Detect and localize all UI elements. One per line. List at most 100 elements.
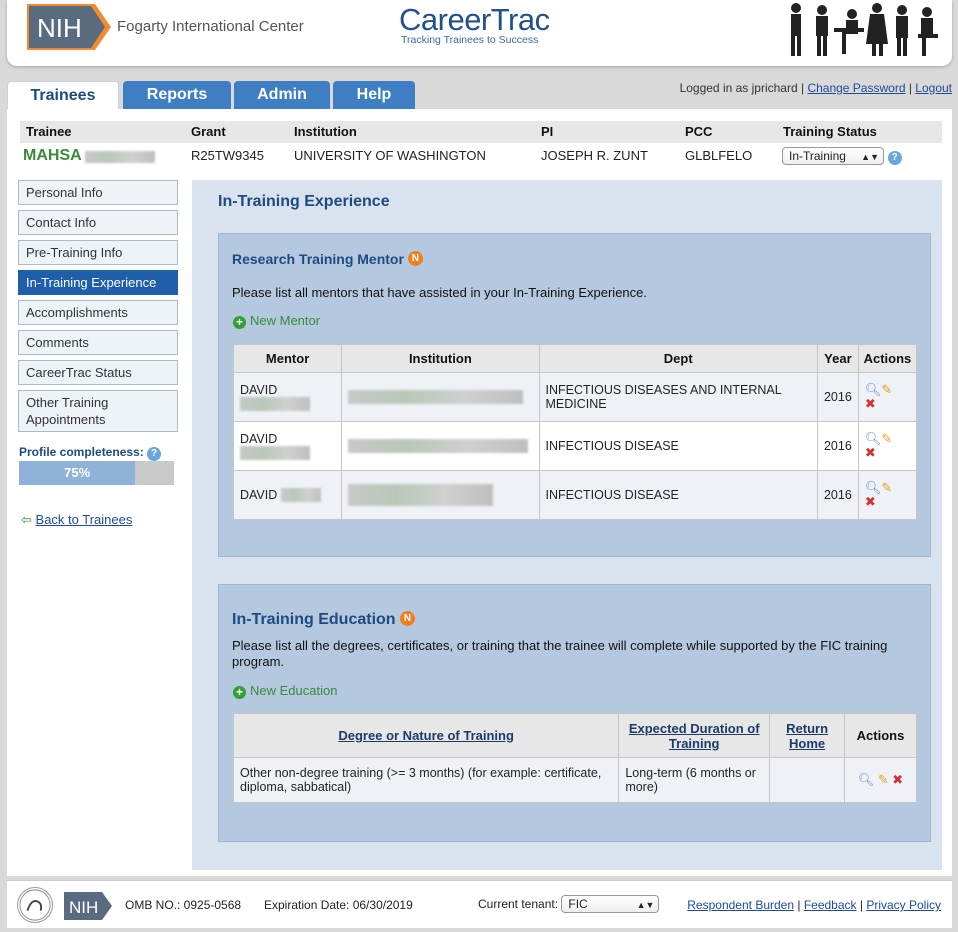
tab-trainees[interactable]: Trainees <box>7 81 119 111</box>
redacted-institution <box>348 390 524 405</box>
mentor-dept: INFECTIOUS DISEASE <box>538 421 818 471</box>
org-name: Fogarty International Center <box>117 18 304 35</box>
mentor-col-dept: Dept <box>538 344 818 373</box>
grant-value: R25TW9345 <box>191 148 264 163</box>
mentor-instructions: Please list all mentors that have assist… <box>232 285 647 300</box>
delete-icon[interactable]: ✖ <box>865 495 876 509</box>
sort-return-home-link[interactable]: Return Home <box>786 721 828 751</box>
back-to-trainees[interactable]: ⇦ Back to Trainees <box>21 512 132 528</box>
col-institution: Institution <box>294 124 357 139</box>
trainee-table-header: Trainee Grant Institution PI PCC Trainin… <box>20 121 942 143</box>
tab-help[interactable]: Help <box>333 81 415 109</box>
mentor-section-title: Research Training Mentor N <box>232 251 423 267</box>
education-return-home <box>769 757 846 803</box>
logout-link[interactable]: Logout <box>915 81 952 95</box>
mentor-col-year: Year <box>816 344 859 373</box>
mentor-dept: INFECTIOUS DISEASE <box>538 470 818 520</box>
profile-completeness-fill: 75% <box>19 461 136 485</box>
education-section-title: In-Training Education N <box>232 611 416 629</box>
tenant-select[interactable]: FIC ▲▼ <box>561 895 660 913</box>
new-badge-icon: N <box>400 611 416 626</box>
privacy-policy-link[interactable]: Privacy Policy <box>866 898 941 912</box>
col-trainee: Trainee <box>26 124 72 139</box>
tab-reports[interactable]: Reports <box>123 81 231 109</box>
plus-icon: + <box>233 686 246 699</box>
hhs-seal-icon <box>17 887 53 923</box>
nih-logo: NIH <box>27 4 111 50</box>
delete-icon[interactable]: ✖ <box>892 773 903 787</box>
redacted-text <box>280 488 321 503</box>
content-panel: In-Training Experience Research Training… <box>192 180 942 870</box>
view-icon[interactable]: 🔍︎ <box>865 383 882 397</box>
nih-footer-logo: NIH <box>64 892 112 920</box>
education-table: Degree or Nature of Training Expected Du… <box>232 713 917 803</box>
sidebar-item-comments[interactable]: Comments <box>18 330 178 355</box>
plus-icon: + <box>233 316 246 329</box>
redacted-institution <box>348 484 494 506</box>
pi-value: JOSEPH R. ZUNT <box>541 148 648 163</box>
education-degree: Other non-degree training (>= 3 months) … <box>232 757 620 803</box>
education-col-actions: Actions <box>844 713 917 758</box>
education-panel: In-Training Education N Please list all … <box>218 584 931 842</box>
arrow-left-icon: ⇦ <box>21 512 32 527</box>
redacted-text <box>240 397 310 412</box>
login-info: Logged in as jprichard | Change Password… <box>679 81 952 95</box>
people-silhouette-icon <box>791 3 938 56</box>
view-icon[interactable]: 🔍︎ <box>865 481 882 495</box>
select-arrows-icon: ▲▼ <box>861 152 879 162</box>
respondent-burden-link[interactable]: Respondent Burden <box>687 898 794 912</box>
sidebar-item-other-training-appointments[interactable]: Other Training Appointments <box>18 390 178 432</box>
delete-icon[interactable]: ✖ <box>865 397 876 411</box>
col-pi: PI <box>541 124 554 139</box>
help-icon[interactable]: ? <box>887 151 902 165</box>
feedback-link[interactable]: Feedback <box>804 898 857 912</box>
svg-text:NIH: NIH <box>69 898 98 917</box>
redacted-text <box>240 446 310 461</box>
table-row: Other non-degree training (>= 3 months) … <box>232 757 917 803</box>
svg-text:NIH: NIH <box>37 13 82 43</box>
new-mentor-button[interactable]: + New Mentor <box>233 313 320 329</box>
trainee-summary-table: Trainee Grant Institution PI PCC Trainin… <box>20 121 942 169</box>
app-title: CareerTrac <box>399 2 550 37</box>
table-row: DAVID INFECTIOUS DISEASE 2016 🔍︎✎ ✖ <box>232 470 918 520</box>
sort-degree-link[interactable]: Degree or Nature of Training <box>338 728 514 743</box>
mentor-name: DAVID <box>240 431 278 446</box>
help-icon[interactable]: ? <box>147 447 162 461</box>
redacted-institution <box>348 439 529 454</box>
back-to-trainees-link[interactable]: Back to Trainees <box>36 512 133 527</box>
change-password-link[interactable]: Change Password <box>807 81 905 95</box>
delete-icon[interactable]: ✖ <box>865 446 876 460</box>
expiration-date: Expiration Date: 06/30/2019 <box>264 898 413 912</box>
education-instructions: Please list all the degrees, certificate… <box>232 638 888 669</box>
sidebar-item-in-training-experience[interactable]: In-Training Experience <box>18 270 178 295</box>
edit-icon[interactable]: ✎ <box>878 773 889 787</box>
logged-in-text: Logged in as jprichard <box>679 81 798 95</box>
profile-completeness-bar: 75% <box>19 461 174 485</box>
education-duration: Long-term (6 months or more) <box>618 757 771 803</box>
select-arrows-icon: ▲▼ <box>636 900 655 910</box>
view-icon[interactable]: 🔍︎ <box>858 773 875 787</box>
sort-duration-link[interactable]: Expected Duration of Training <box>629 721 760 751</box>
mentor-year: 2016 <box>816 470 859 520</box>
tab-admin[interactable]: Admin <box>234 81 330 109</box>
edit-icon[interactable]: ✎ <box>881 383 892 397</box>
mentor-col-actions: Actions <box>857 344 918 373</box>
view-icon[interactable]: 🔍︎ <box>865 432 882 446</box>
sidebar-item-accomplishments[interactable]: Accomplishments <box>18 300 178 325</box>
col-grant: Grant <box>191 124 226 139</box>
sidebar-item-contact-info[interactable]: Contact Info <box>18 210 178 235</box>
edit-icon[interactable]: ✎ <box>881 481 892 495</box>
sidebar-item-careertrac-status[interactable]: CareerTrac Status <box>18 360 178 385</box>
edit-icon[interactable]: ✎ <box>881 432 892 446</box>
mentor-name: DAVID <box>240 487 278 502</box>
sidebar-item-personal-info[interactable]: Personal Info <box>18 180 178 205</box>
new-education-button[interactable]: + New Education <box>233 683 337 699</box>
training-status-select[interactable]: In-Training ▲▼ <box>782 147 884 165</box>
institution-value: UNIVERSITY OF WASHINGTON <box>294 148 486 163</box>
footer-links: Respondent Burden | Feedback | Privacy P… <box>687 898 941 912</box>
col-pcc: PCC <box>685 124 713 139</box>
main-area: Trainee Grant Institution PI PCC Trainin… <box>7 109 952 876</box>
sidebar-item-pre-training-info[interactable]: Pre-Training Info <box>18 240 178 265</box>
trainee-name: MAHSA <box>23 147 82 164</box>
mentor-col-mentor: Mentor <box>232 344 343 373</box>
